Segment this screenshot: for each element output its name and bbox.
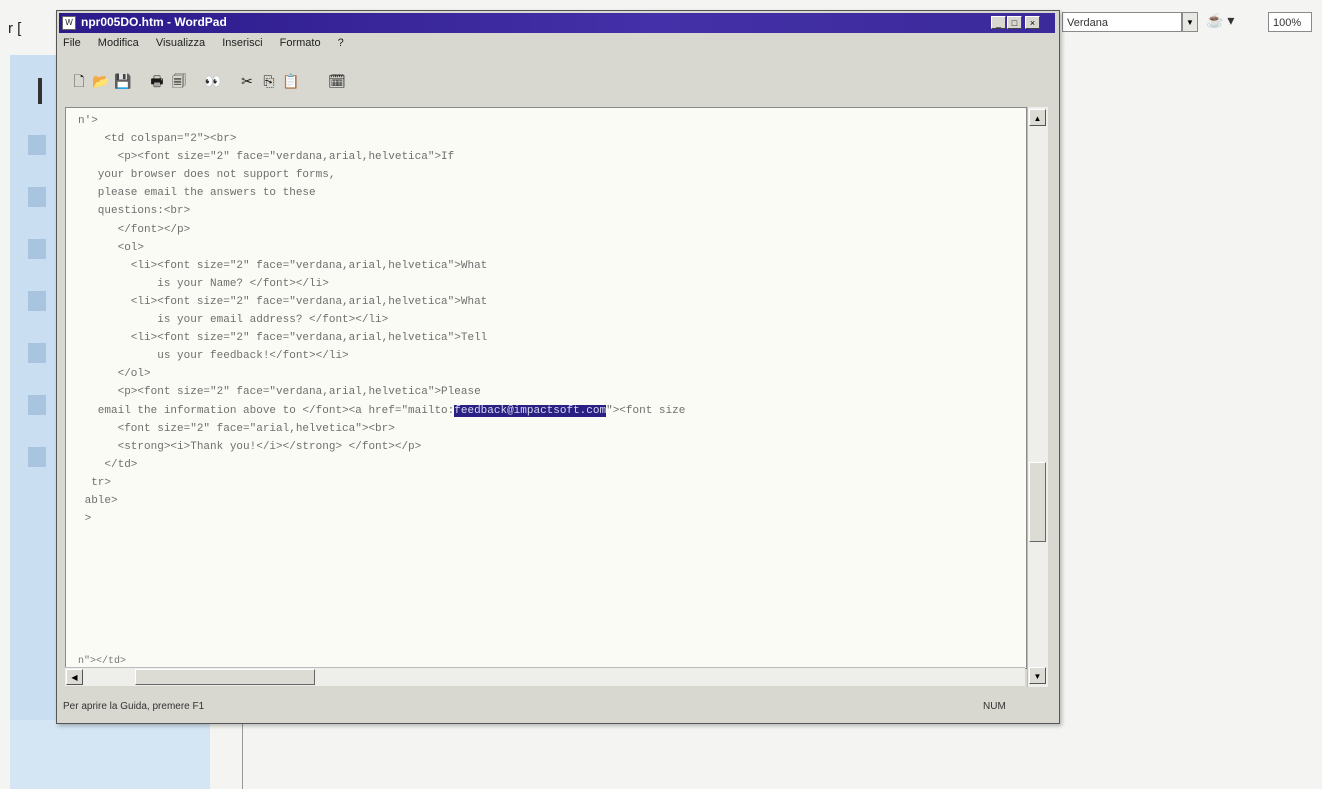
sidebar-nub	[28, 187, 46, 207]
document-text-area[interactable]: n'> <td colspan="2"><br> <p><font size="…	[65, 107, 1027, 669]
new-document-icon[interactable]: 🗋	[69, 71, 89, 91]
maximize-button[interactable]: □	[1007, 16, 1022, 29]
code-line: is your email address? </font></li>	[78, 314, 389, 327]
selected-email-text[interactable]: feedback@impactsoft.com	[454, 404, 607, 417]
code-line: able>	[78, 494, 118, 507]
sidebar-nub	[28, 395, 46, 415]
code-line: >	[78, 513, 92, 526]
document-text: n'> <td colspan="2"><br> <p><font size="…	[78, 112, 685, 528]
code-line: please email the answers to these	[78, 187, 316, 200]
menu-file[interactable]: File	[63, 37, 81, 49]
code-line: </font></p>	[78, 223, 191, 236]
num-lock-indicator: NUM	[983, 701, 1006, 712]
code-line: <p><font size="2" face="verdana,arial,he…	[78, 151, 455, 164]
code-line: <font size="2" face="arial,helvetica"><b…	[78, 422, 395, 435]
wordpad-app-icon[interactable]: W	[62, 16, 76, 30]
code-line: <ol>	[78, 241, 145, 254]
wordpad-window: W npr005DO.htm - WordPad _ □ × File Modi…	[56, 10, 1060, 724]
close-button[interactable]: ×	[1025, 16, 1040, 29]
sidebar-nub	[28, 447, 46, 467]
code-line: is your Name? </font></li>	[78, 277, 329, 290]
code-line: <p><font size="2" face="verdana,arial,he…	[78, 386, 481, 399]
code-line: <li><font size="2" face="verdana,arial,h…	[78, 295, 488, 308]
sidebar-nub	[28, 135, 46, 155]
sidebar-nub	[28, 343, 46, 363]
menu-bar: File Modifica Visualizza Inserisci Forma…	[63, 37, 358, 55]
code-line: <li><font size="2" face="verdana,arial,h…	[78, 332, 488, 345]
code-line: <strong><i>Thank you!</i></strong> </fon…	[78, 440, 422, 453]
code-bottom-fragment: n"></td>	[78, 656, 127, 667]
scroll-down-arrow-icon[interactable]: ▼	[1029, 667, 1046, 684]
horizontal-scroll-thumb[interactable]	[135, 669, 315, 685]
sidebar-nub	[28, 291, 46, 311]
title-bar[interactable]: W npr005DO.htm - WordPad _ □ ×	[59, 13, 1055, 33]
font-dropdown-arrow-icon[interactable]: ▼	[1182, 12, 1198, 32]
print-preview-icon[interactable]: 🗐	[169, 71, 189, 91]
code-line: n'>	[78, 115, 98, 127]
copy-icon[interactable]: ⎘	[259, 71, 279, 91]
menu-inserisci[interactable]: Inserisci	[222, 37, 262, 49]
status-bar: Per aprire la Guida, premere F1 NUM	[59, 695, 1055, 717]
vertical-scroll-thumb[interactable]	[1029, 462, 1046, 542]
code-line: </ol>	[78, 368, 151, 381]
background-marker	[38, 78, 42, 104]
background-left-glyphs: r [	[8, 20, 22, 37]
code-line: tr>	[78, 476, 112, 489]
code-line: </td>	[78, 458, 138, 471]
code-line: your browser does not support forms,	[78, 169, 336, 182]
menu-visualizza[interactable]: Visualizza	[156, 37, 205, 49]
save-disk-icon[interactable]: 💾	[113, 71, 133, 91]
menu-formato[interactable]: Formato	[280, 37, 321, 49]
code-line-email-after: "><font size	[606, 404, 686, 417]
code-line-email-before: email the information above to </font><a…	[78, 404, 455, 417]
background-sidebar-footer	[10, 720, 210, 789]
menu-help[interactable]: ?	[338, 37, 344, 49]
cut-scissors-icon[interactable]: ✂	[237, 71, 257, 91]
insert-datetime-icon[interactable]: 🗓	[327, 71, 347, 91]
code-line: questions:<br>	[78, 205, 191, 218]
window-title: npr005DO.htm - WordPad	[81, 15, 227, 29]
menu-modifica[interactable]: Modifica	[98, 37, 139, 49]
open-folder-icon[interactable]: 📂	[91, 71, 111, 91]
print-icon[interactable]: 🖶	[147, 71, 167, 91]
vertical-scrollbar[interactable]: ▲ ▼	[1027, 107, 1048, 687]
font-name-field[interactable]: Verdana	[1062, 12, 1182, 32]
find-binoculars-icon[interactable]: 👀	[203, 71, 223, 91]
code-line: us your feedback!</font></li>	[78, 350, 349, 363]
paint-bucket-icon[interactable]: ☕ ▾	[1206, 12, 1234, 29]
code-line: <li><font size="2" face="verdana,arial,h…	[78, 259, 488, 272]
status-help-text: Per aprire la Guida, premere F1	[63, 701, 205, 712]
sidebar-nub	[28, 239, 46, 259]
minimize-button[interactable]: _	[991, 16, 1006, 29]
horizontal-scrollbar[interactable]: ◀	[65, 667, 1025, 686]
paste-clipboard-icon[interactable]: 📋	[281, 71, 301, 91]
scroll-up-arrow-icon[interactable]: ▲	[1029, 109, 1046, 126]
code-line: <td colspan="2"><br>	[78, 133, 237, 146]
scroll-left-arrow-icon[interactable]: ◀	[66, 669, 83, 685]
zoom-field[interactable]: 100%	[1268, 12, 1312, 32]
